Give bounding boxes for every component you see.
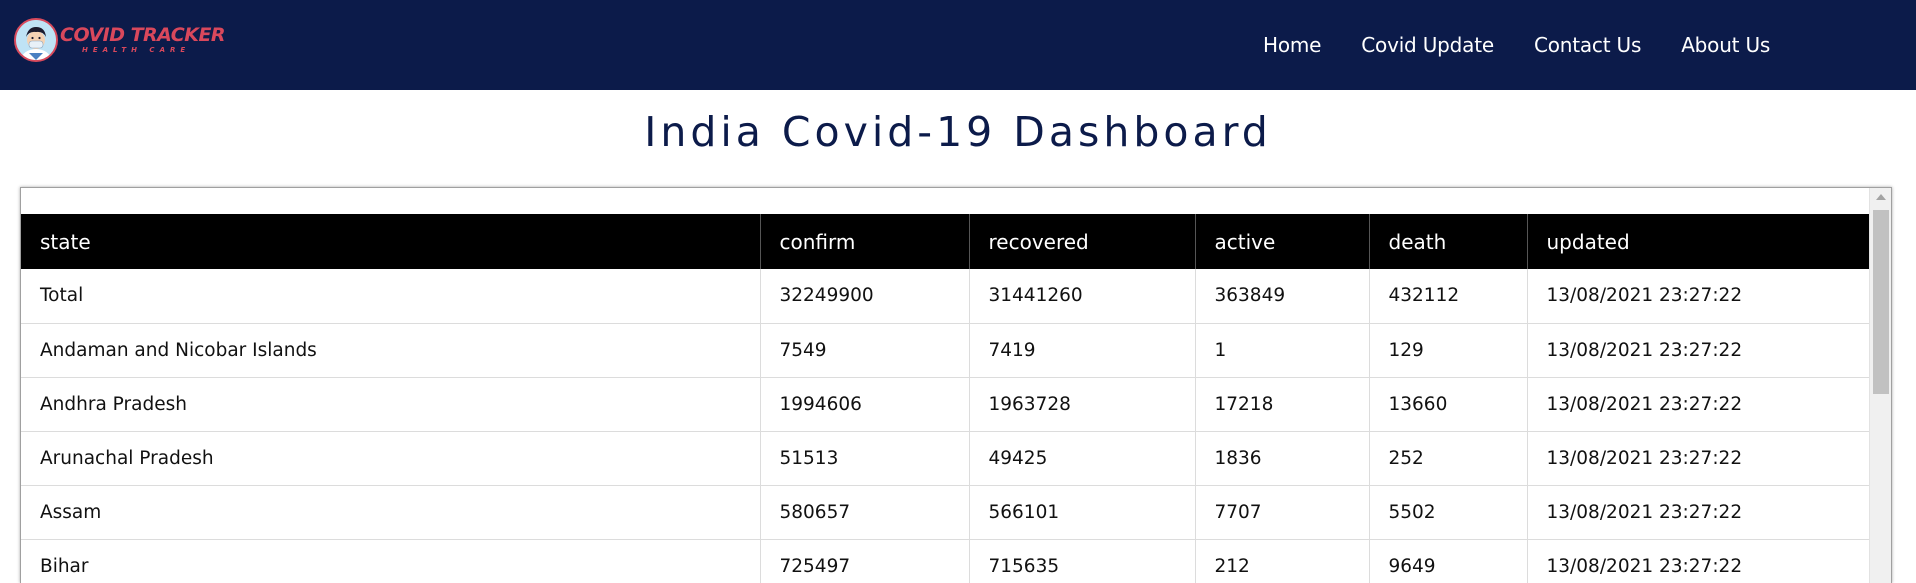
cell-death: 13660 [1369, 377, 1528, 432]
table-container: state confirm recovered active death upd… [20, 187, 1892, 583]
cell-updated: 13/08/2021 23:27:22 [1527, 269, 1869, 324]
table-row: Total 32249900 31441260 363849 432112 13… [21, 269, 1869, 324]
table-row: Assam 580657 566101 7707 5502 13/08/2021… [21, 485, 1869, 540]
top-navbar: COVID TRACKER HEALTH CARE Home Covid Upd… [0, 0, 1916, 90]
cell-active: 212 [1195, 539, 1370, 583]
cell-state: Arunachal Pradesh [21, 431, 761, 486]
cell-active: 363849 [1195, 269, 1370, 324]
cell-recovered: 31441260 [969, 269, 1196, 324]
column-header-recovered[interactable]: recovered [969, 214, 1196, 269]
brand-logo-link[interactable]: COVID TRACKER HEALTH CARE [14, 17, 226, 63]
cell-recovered: 1963728 [969, 377, 1196, 432]
cell-active: 1836 [1195, 431, 1370, 486]
cell-recovered: 49425 [969, 431, 1196, 486]
nav-home-link[interactable]: Home [1263, 33, 1321, 57]
nav-covid-update-link[interactable]: Covid Update [1361, 33, 1494, 57]
column-header-death[interactable]: death [1369, 214, 1528, 269]
table-row: Andaman and Nicobar Islands 7549 7419 1 … [21, 323, 1869, 378]
brand-subtitle: HEALTH CARE [82, 46, 191, 54]
cell-state: Bihar [21, 539, 761, 583]
cell-confirm: 32249900 [760, 269, 970, 324]
triangle-up-icon[interactable] [1876, 194, 1886, 200]
cell-active: 7707 [1195, 485, 1370, 540]
table-row: Arunachal Pradesh 51513 49425 1836 252 1… [21, 431, 1869, 486]
cell-updated: 13/08/2021 23:27:22 [1527, 539, 1869, 583]
cell-recovered: 566101 [969, 485, 1196, 540]
page-title: India Covid-19 Dashboard [644, 108, 1272, 156]
cell-active: 17218 [1195, 377, 1370, 432]
cell-state: Total [21, 269, 761, 324]
cell-updated: 13/08/2021 23:27:22 [1527, 485, 1869, 540]
nav-about-us-link[interactable]: About Us [1681, 33, 1770, 57]
cell-state: Andaman and Nicobar Islands [21, 323, 761, 378]
cell-state: Assam [21, 485, 761, 540]
column-header-state[interactable]: state [21, 214, 761, 269]
main-nav: Home Covid Update Contact Us About Us [1263, 0, 1810, 90]
cell-recovered: 715635 [969, 539, 1196, 583]
scrollbar-thumb[interactable] [1873, 210, 1889, 394]
column-header-confirm[interactable]: confirm [760, 214, 970, 269]
cell-death: 5502 [1369, 485, 1528, 540]
cell-death: 9649 [1369, 539, 1528, 583]
cell-updated: 13/08/2021 23:27:22 [1527, 431, 1869, 486]
nav-contact-us-link[interactable]: Contact Us [1534, 33, 1641, 57]
covid-stats-table: state confirm recovered active death upd… [21, 214, 1869, 583]
column-header-updated[interactable]: updated [1527, 214, 1869, 269]
cell-active: 1 [1195, 323, 1370, 378]
cell-confirm: 51513 [760, 431, 970, 486]
cell-recovered: 7419 [969, 323, 1196, 378]
table-scroll-area[interactable]: state confirm recovered active death upd… [21, 188, 1869, 583]
cell-confirm: 580657 [760, 485, 970, 540]
brand-title: COVID TRACKER [60, 24, 226, 46]
cell-state: Andhra Pradesh [21, 377, 761, 432]
cell-confirm: 725497 [760, 539, 970, 583]
table-row: Bihar 725497 715635 212 9649 13/08/2021 … [21, 539, 1869, 583]
cell-death: 432112 [1369, 269, 1528, 324]
cell-confirm: 1994606 [760, 377, 970, 432]
table-row: Andhra Pradesh 1994606 1963728 17218 136… [21, 377, 1869, 432]
cell-death: 129 [1369, 323, 1528, 378]
doctor-avatar-icon [14, 18, 58, 62]
cell-death: 252 [1369, 431, 1528, 486]
vertical-scrollbar[interactable] [1869, 188, 1891, 583]
column-header-active[interactable]: active [1195, 214, 1370, 269]
cell-confirm: 7549 [760, 323, 970, 378]
table-header-row: state confirm recovered active death upd… [21, 214, 1869, 269]
cell-updated: 13/08/2021 23:27:22 [1527, 377, 1869, 432]
cell-updated: 13/08/2021 23:27:22 [1527, 323, 1869, 378]
